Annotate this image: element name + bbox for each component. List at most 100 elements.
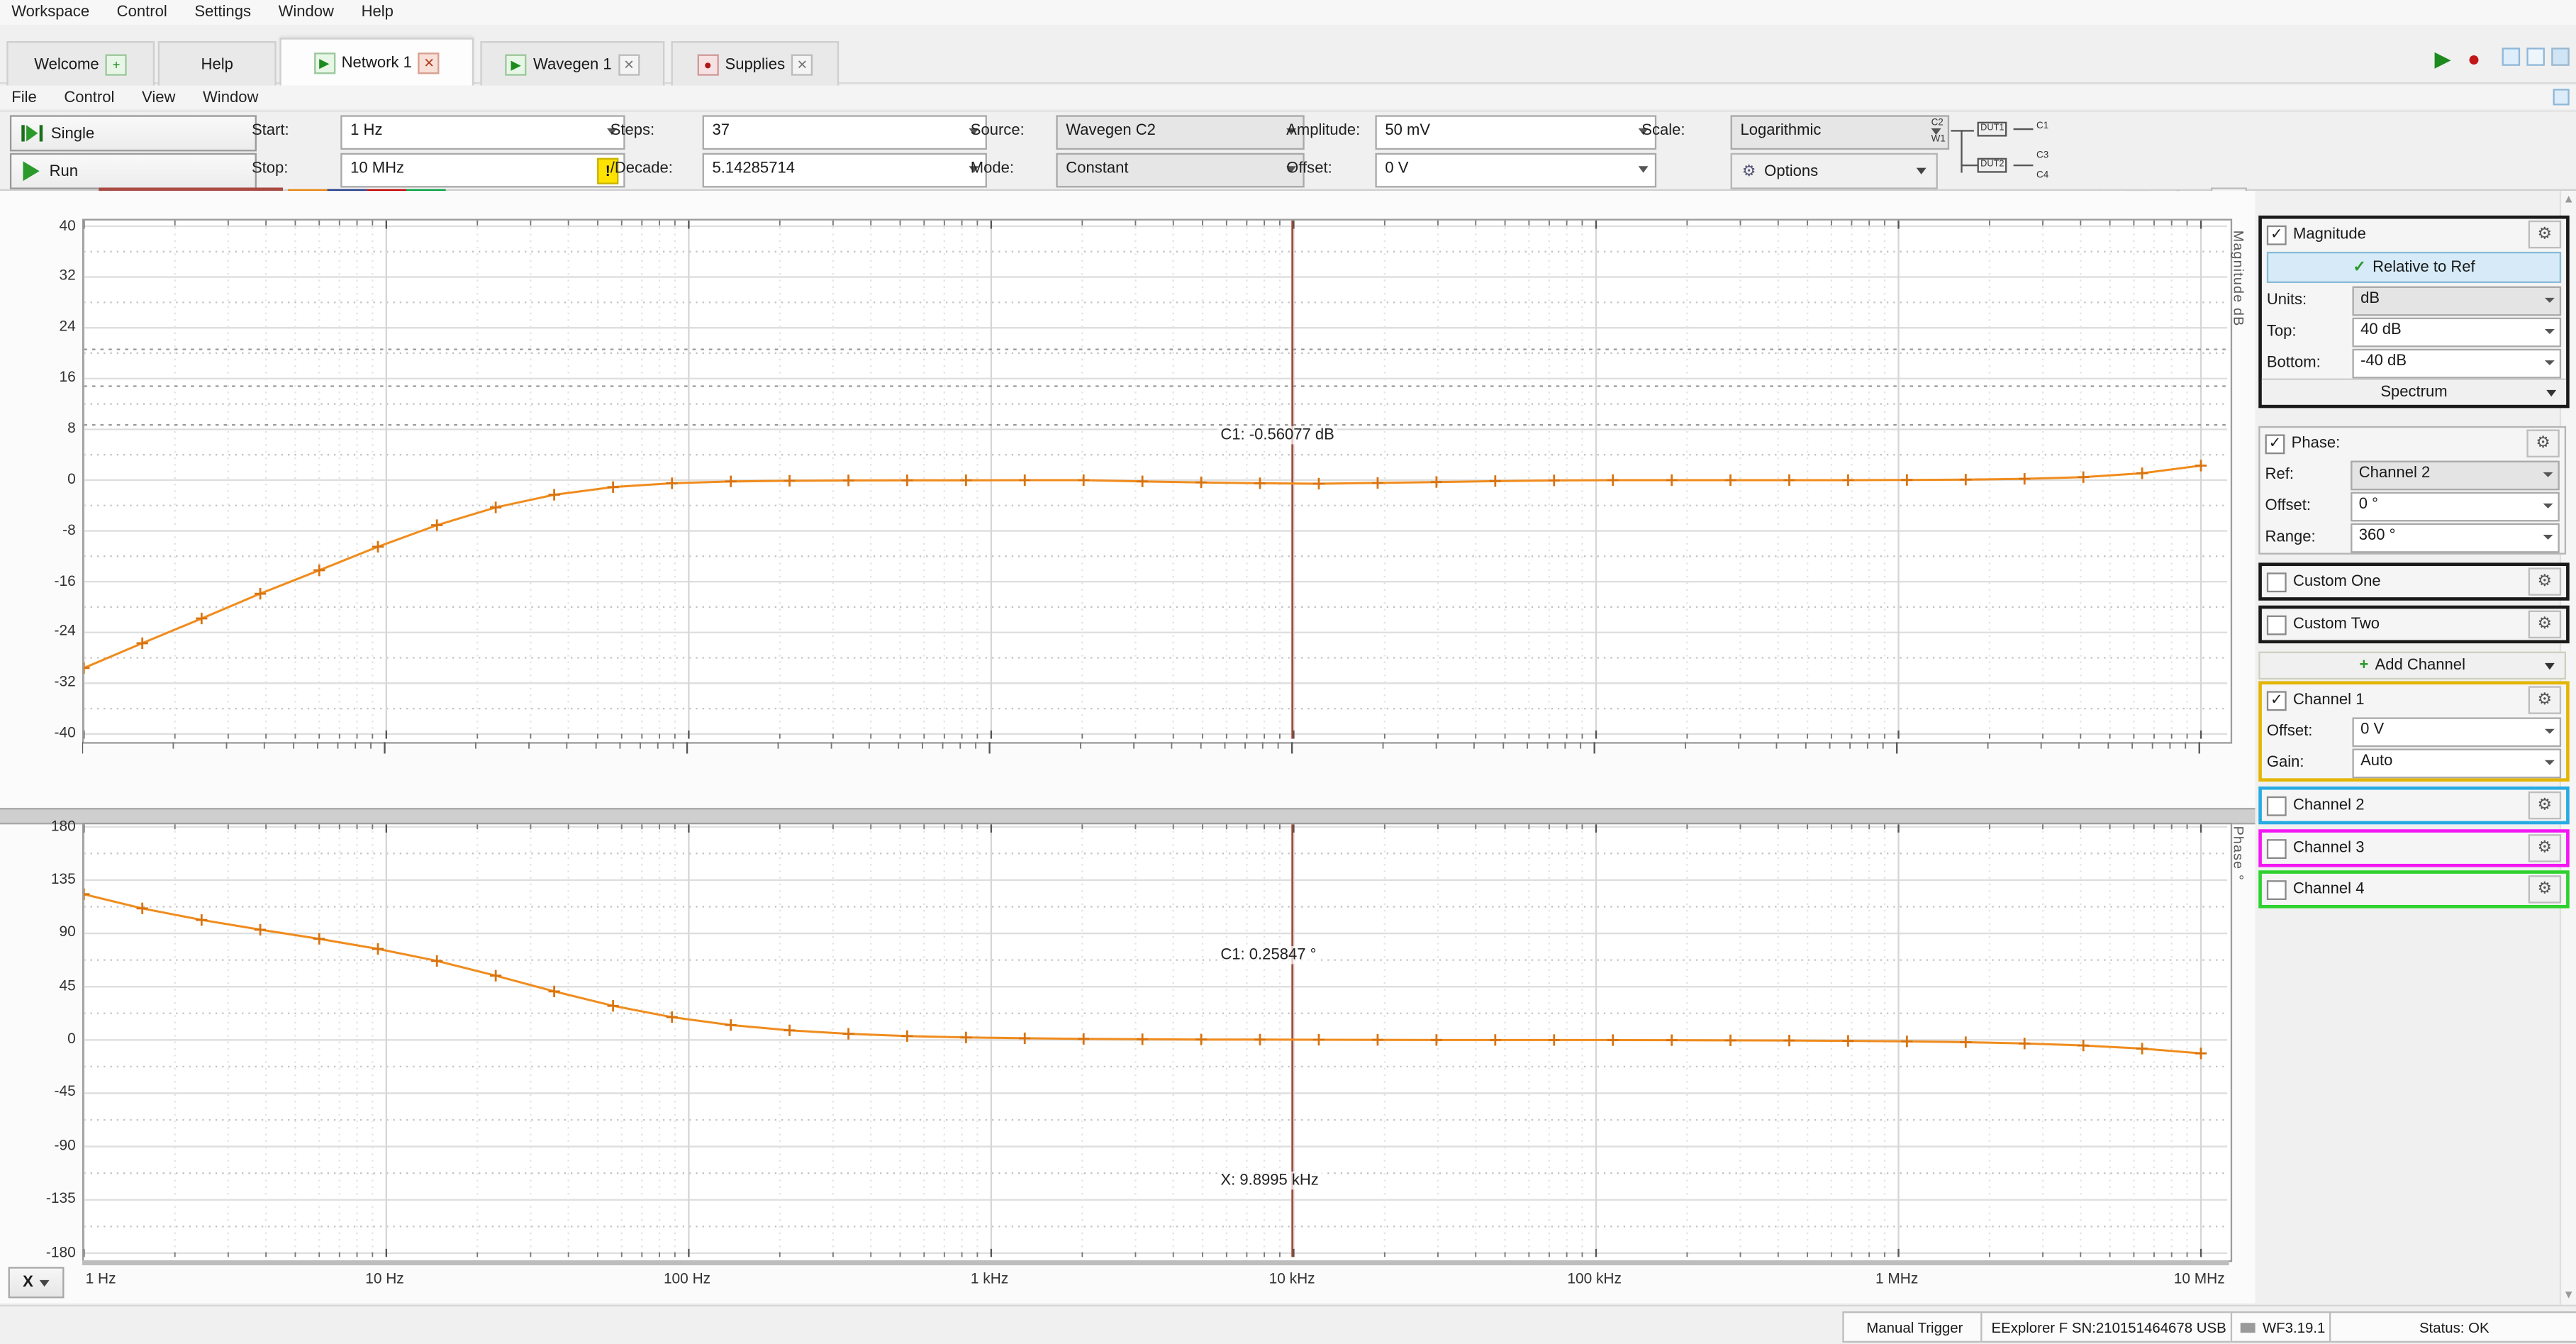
run-icon xyxy=(21,161,41,181)
scroll-up-icon[interactable]: ▲ xyxy=(2563,194,2575,206)
per-decade-input[interactable]: 5.14285714 xyxy=(703,153,987,188)
magnitude-checkbox[interactable]: ✓ xyxy=(2267,225,2287,245)
menu-control-2[interactable]: Control xyxy=(52,86,126,111)
menu-workspace[interactable]: Workspace xyxy=(0,0,101,25)
channel-1-gear-button[interactable]: ⚙ xyxy=(2528,686,2561,713)
status-ok-button[interactable]: Status: OK xyxy=(2329,1311,2576,1343)
magnitude-title-row: ✓ Magnitude ⚙ xyxy=(2262,219,2566,250)
menu-window-2[interactable]: Window xyxy=(191,86,270,111)
close-icon[interactable]: ✕ xyxy=(418,52,440,73)
menu-window[interactable]: Window xyxy=(267,0,345,25)
tab-help[interactable]: Help xyxy=(158,41,277,86)
relative-to-ref-button[interactable]: ✓ Relative to Ref xyxy=(2267,252,2561,283)
units-label: Units: xyxy=(2267,291,2346,310)
layout-window-icon[interactable] xyxy=(2526,48,2545,66)
menu-control[interactable]: Control xyxy=(105,0,179,25)
options-button[interactable]: ⚙ Options xyxy=(1731,153,1938,189)
steps-input[interactable]: 37 xyxy=(703,115,987,150)
device-button[interactable]: EExplorer F SN:210151464678 USB xyxy=(1980,1311,2237,1343)
gear-icon: ⚙ xyxy=(2538,226,2553,244)
channel-1-gain-value: Auto xyxy=(2360,751,2392,770)
channel-settings-panel: ▲ ▼ ✓ Magnitude ⚙ ✓ Relative to Ref Unit… xyxy=(2256,191,2576,1305)
mode-label: Mode: xyxy=(971,153,1014,186)
single-button[interactable]: Single xyxy=(10,115,257,151)
cursor-frequency-label: X: 9.8995 kHz xyxy=(1217,1172,1322,1190)
plot-splitter[interactable] xyxy=(0,808,2256,824)
custom-one-checkbox[interactable] xyxy=(2267,572,2287,592)
channel-4-checkbox[interactable] xyxy=(2267,879,2287,899)
y-tick-label: 16 xyxy=(4,369,76,385)
usb-icon xyxy=(2241,1322,2256,1332)
range-input[interactable]: 360 ° xyxy=(2351,523,2560,552)
ref-select[interactable]: Channel 2 xyxy=(2351,460,2560,489)
copy-window-icon[interactable] xyxy=(2502,48,2521,66)
amplitude-input[interactable]: 50 mV xyxy=(1375,115,1656,150)
magnitude-gear-button[interactable]: ⚙ xyxy=(2528,221,2561,248)
ref-label: Ref: xyxy=(2265,466,2344,484)
channel-1-offset-value: 0 V xyxy=(2360,720,2384,738)
x-tick-label: 100 Hz xyxy=(637,1270,736,1287)
menu-help[interactable]: Help xyxy=(350,0,405,25)
channel-1-gain-select[interactable]: Auto xyxy=(2352,748,2561,777)
menu-view[interactable]: View xyxy=(130,86,187,111)
units-select[interactable]: dB xyxy=(2352,286,2561,316)
channel-1-checkbox[interactable]: ✓ xyxy=(2267,690,2287,710)
channel-2-group: Channel 2 ⚙ xyxy=(2258,787,2569,824)
source-select[interactable]: Wavegen C2 xyxy=(1056,115,1304,150)
tab-wavegen-1[interactable]: ▶ Wavegen 1 ✕ xyxy=(480,41,664,86)
bottom-input[interactable]: -40 dB xyxy=(2352,348,2561,378)
menu-file[interactable]: File xyxy=(0,86,48,111)
channel-3-gear-button[interactable]: ⚙ xyxy=(2528,834,2561,862)
cursor-magnitude-label: C1: -0.56077 dB xyxy=(1217,426,1338,445)
top-input[interactable]: 40 dB xyxy=(2352,317,2561,347)
tab-supplies[interactable]: ● Supplies ✕ xyxy=(671,41,840,86)
mode-select[interactable]: Constant xyxy=(1056,153,1304,188)
scroll-down-icon[interactable]: ▼ xyxy=(2563,1290,2575,1301)
channel-2-checkbox[interactable] xyxy=(2267,796,2287,816)
y-tick-label: -8 xyxy=(4,521,76,538)
magnitude-title: Magnitude xyxy=(2293,226,2366,244)
stop-input[interactable]: 10 MHz ! xyxy=(340,153,625,188)
version-button[interactable]: WF3.19.1 xyxy=(2231,1311,2336,1343)
tab-welcome[interactable]: Welcome + xyxy=(6,41,155,86)
channel-4-gear-button[interactable]: ⚙ xyxy=(2528,875,2561,903)
channel-3-checkbox[interactable] xyxy=(2267,838,2287,858)
run-label: Run xyxy=(50,162,78,181)
chevron-down-icon[interactable] xyxy=(1639,166,1649,172)
add-channel-button[interactable]: + Add Channel xyxy=(2258,652,2566,679)
close-icon[interactable]: ✕ xyxy=(791,53,813,74)
phase-plot[interactable] xyxy=(82,823,2232,1262)
phase-gear-button[interactable]: ⚙ xyxy=(2526,429,2559,457)
start-input[interactable]: 1 Hz xyxy=(340,115,625,150)
schematic-wire xyxy=(2014,128,2034,130)
stop-all-icon[interactable]: ● xyxy=(2468,46,2480,71)
custom-two-checkbox[interactable] xyxy=(2267,614,2287,634)
phase-checkbox[interactable]: ✓ xyxy=(2265,433,2285,453)
scale-select[interactable]: Logarithmic xyxy=(1731,115,1950,150)
tab-network-1[interactable]: ▶ Network 1 ✕ xyxy=(279,38,474,85)
manual-trigger-button[interactable]: Manual Trigger xyxy=(1842,1311,1987,1343)
channel-2-gear-button[interactable]: ⚙ xyxy=(2528,792,2561,819)
dock-window-icon[interactable] xyxy=(2551,48,2570,66)
custom-two-gear-button[interactable]: ⚙ xyxy=(2528,611,2561,638)
start-value: 1 Hz xyxy=(350,122,382,140)
schematic-w1-label: W1 xyxy=(1931,135,1946,146)
x-axis-menu-button[interactable]: X xyxy=(9,1267,65,1298)
channel-1-offset-input[interactable]: 0 V xyxy=(2352,716,2561,746)
magnitude-plot[interactable] xyxy=(82,219,2232,744)
run-button[interactable]: Run xyxy=(10,153,257,189)
add-workspace-icon[interactable]: + xyxy=(106,53,127,74)
help-pane-icon[interactable] xyxy=(2553,89,2570,105)
chevron-down-icon[interactable] xyxy=(1917,168,1927,174)
custom-one-gear-button[interactable]: ⚙ xyxy=(2528,567,2561,595)
run-all-icon[interactable]: ▶ xyxy=(2434,46,2450,72)
spectrum-button[interactable]: Spectrum xyxy=(2262,379,2566,405)
range-row: Range: 360 ° xyxy=(2260,521,2565,552)
schematic-c3-label: C3 xyxy=(2036,151,2048,162)
menu-bar: Workspace Control Settings Window Help xyxy=(0,0,2576,25)
offset-input[interactable]: 0 V xyxy=(1375,153,1656,188)
y-tick-label: 0 xyxy=(4,470,76,487)
phase-offset-input[interactable]: 0 ° xyxy=(2351,491,2560,521)
close-icon[interactable]: ✕ xyxy=(618,53,640,74)
menu-settings[interactable]: Settings xyxy=(183,0,262,25)
